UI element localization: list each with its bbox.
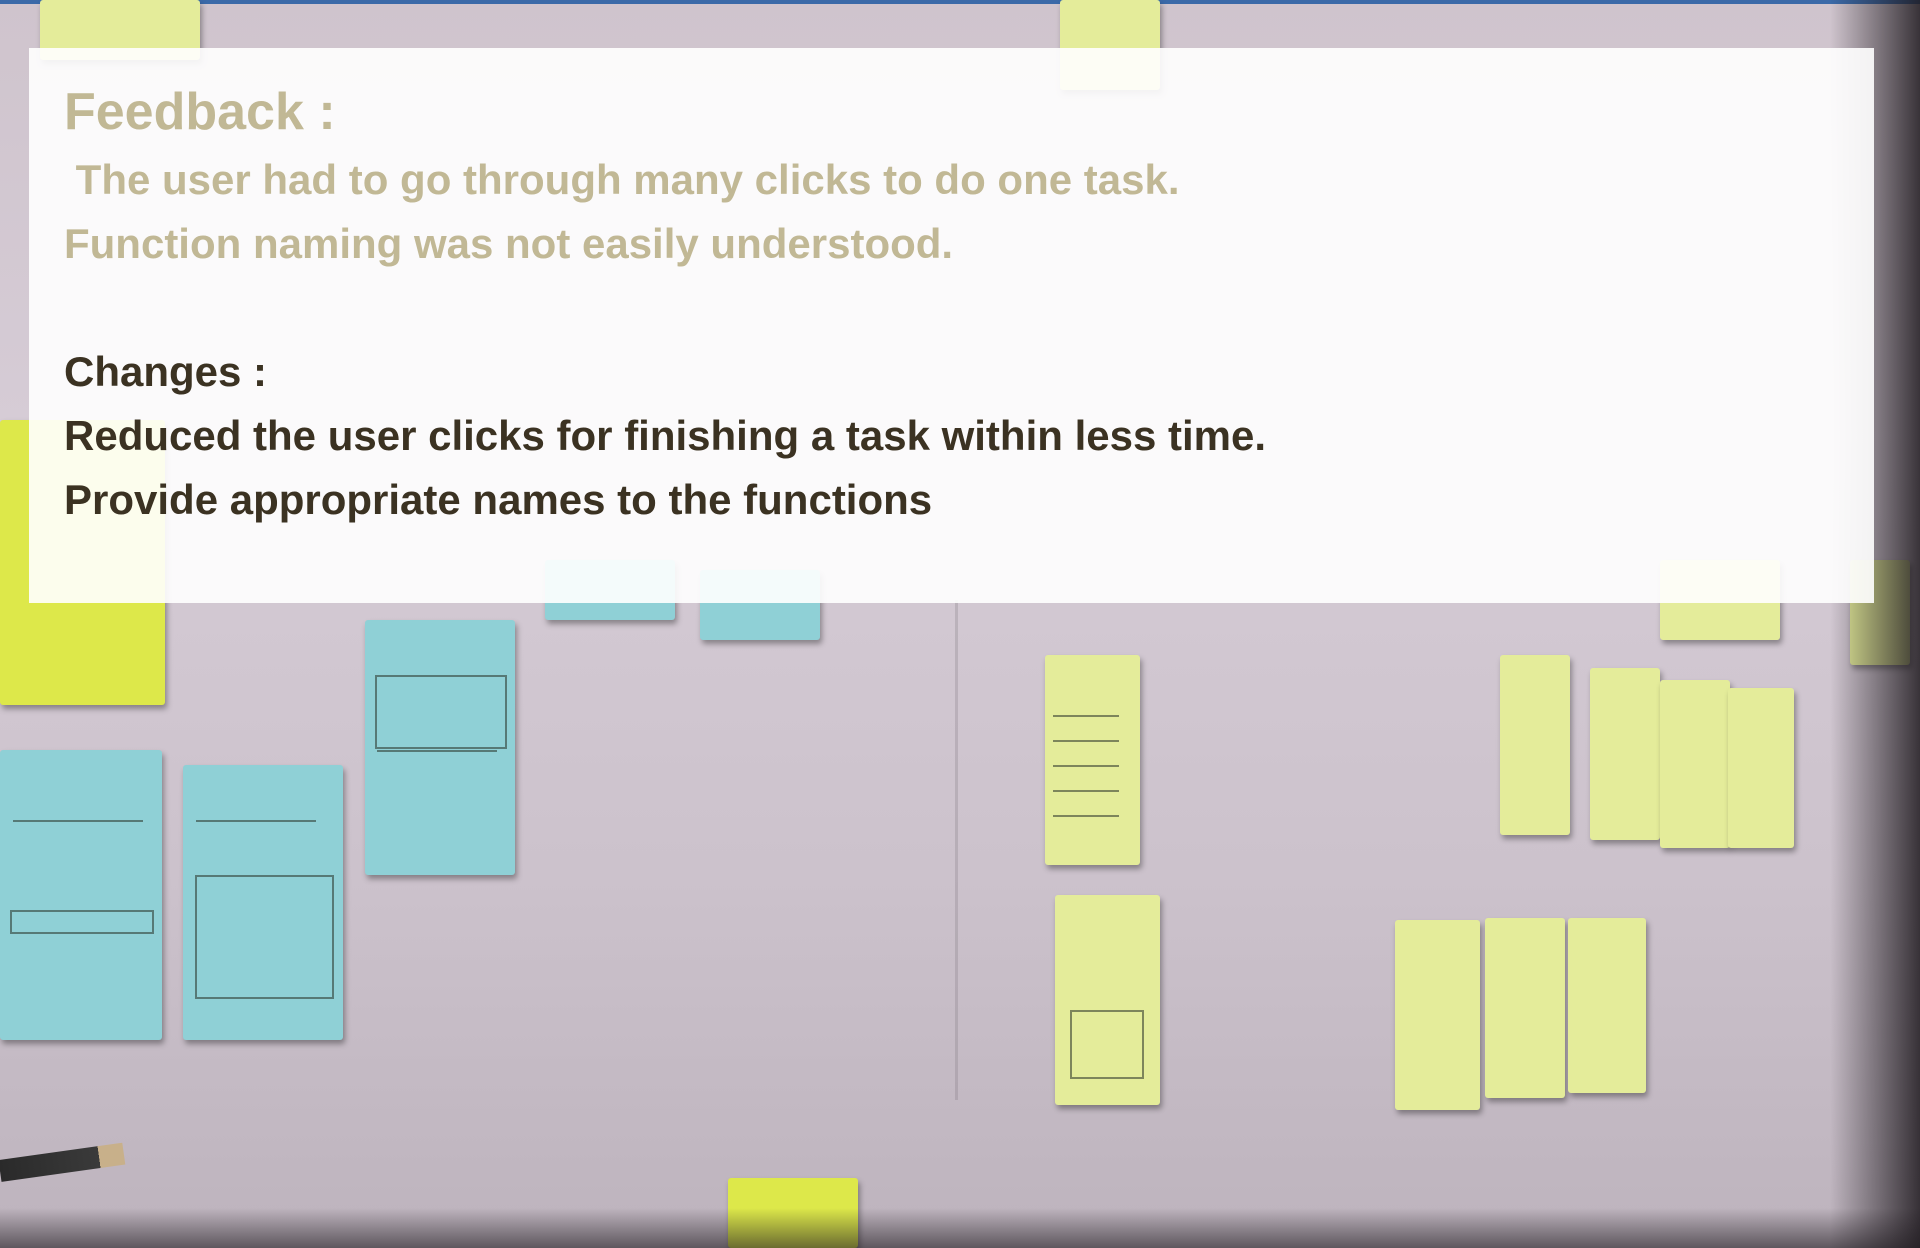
sticky-note bbox=[1485, 918, 1565, 1098]
slide: Feedback : The user had to go through ma… bbox=[0, 0, 1920, 1248]
sticky-note bbox=[365, 620, 515, 875]
sticky-note bbox=[0, 750, 162, 1040]
changes-line: Reduced the user clicks for finishing a … bbox=[64, 412, 1267, 459]
feedback-heading: Feedback : bbox=[64, 83, 336, 141]
sticky-note bbox=[1568, 918, 1646, 1093]
sticky-note bbox=[1500, 655, 1570, 835]
feedback-line: The user had to go through many clicks t… bbox=[64, 156, 1180, 203]
photo-bottom-shadow bbox=[0, 1208, 1920, 1248]
paper-crease bbox=[955, 600, 958, 1100]
changes-line: Provide appropriate names to the functio… bbox=[64, 476, 933, 523]
changes-heading: Changes : bbox=[64, 348, 268, 395]
sticky-note bbox=[1590, 668, 1660, 840]
sticky-note bbox=[1055, 895, 1160, 1105]
sticky-note bbox=[1045, 655, 1140, 865]
sticky-note bbox=[1395, 920, 1480, 1110]
sticky-note bbox=[183, 765, 343, 1040]
sticky-note bbox=[1728, 688, 1794, 848]
pencil bbox=[0, 1142, 126, 1182]
sticky-note bbox=[1660, 680, 1730, 848]
feedback-line: Function naming was not easily understoo… bbox=[64, 220, 954, 267]
top-accent-bar bbox=[0, 0, 1920, 4]
